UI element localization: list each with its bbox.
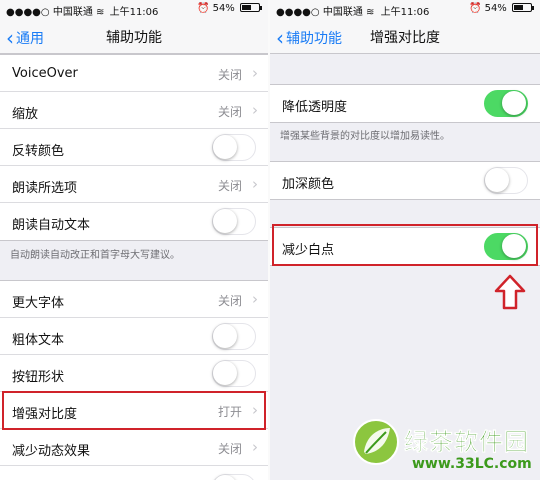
status-bar: ●●●●○ 中国联通 ≋ 上午11:06 ⏰ 54%: [270, 0, 540, 18]
highlight-increase-contrast: [2, 391, 266, 430]
partial-toggle[interactable]: [212, 474, 256, 480]
row-bold-text: 粗体文本: [0, 318, 268, 355]
row-value: 关闭: [217, 294, 242, 308]
row-larger-type[interactable]: 更大字体 关闭 ›: [0, 281, 268, 318]
row-label: 朗读所选项: [12, 181, 78, 196]
row-label: 减少动态效果: [12, 444, 91, 459]
row-speak-selection[interactable]: 朗读所选项 关闭 ›: [0, 166, 268, 203]
chevron-right-icon: ›: [252, 64, 258, 82]
settings-group-1: VoiceOver 关闭 › 缩放 关闭 › 反转颜色 朗读所选项 关闭 › 朗…: [0, 54, 268, 241]
row-label: 加深颜色: [282, 177, 335, 192]
battery-percent: 54%: [484, 3, 507, 14]
leaf-logo-icon: [353, 419, 399, 465]
highlight-reduce-white-point: [272, 224, 538, 266]
alarm-icon: ⏰: [196, 3, 210, 14]
row-label: 粗体文本: [12, 333, 65, 348]
row-reduce-motion[interactable]: 减少动态效果 关闭 ›: [0, 429, 268, 466]
bold-text-toggle[interactable]: [212, 323, 256, 350]
row-voiceover[interactable]: VoiceOver 关闭 ›: [0, 55, 268, 92]
up-arrow-icon: [494, 274, 526, 310]
settings-group-2: 更大字体 关闭 › 粗体文本 按钮形状 增强对比度 打开 › 减少动态效果 关闭…: [0, 280, 268, 480]
page-title: 辅助功能: [106, 30, 162, 46]
row-label: VoiceOver: [12, 66, 78, 81]
alarm-icon: ⏰: [468, 3, 482, 14]
row-value: 关闭: [217, 105, 242, 119]
row-invert-colors: 反转颜色: [0, 129, 268, 166]
row-value: 关闭: [217, 68, 242, 82]
row-button-shapes: 按钮形状: [0, 355, 268, 392]
settings-group-2: 加深颜色: [270, 161, 540, 200]
nav-bar: ‹ 辅助功能 增强对比度: [270, 18, 540, 54]
row-darken-colors: 加深颜色: [270, 162, 540, 199]
battery-icon: [240, 3, 260, 12]
accessibility-screen: ●●●●○ 中国联通 ≋ 上午11:06 ⏰ 54% ‹ 通用 辅助功能 Voic…: [0, 0, 268, 480]
group1-footnote: 自动朗读自动改正和首字母大写建议。: [10, 250, 180, 261]
row-label: 更大字体: [12, 296, 65, 311]
nav-bar: ‹ 通用 辅助功能: [0, 18, 268, 54]
group1-footnote: 增强某些背景的对比度以增加易读性。: [280, 131, 450, 142]
row-value: 关闭: [217, 179, 242, 193]
row-value: 关闭: [217, 442, 242, 456]
button-shapes-toggle[interactable]: [212, 360, 256, 387]
speak-auto-text-toggle[interactable]: [212, 208, 256, 235]
status-bar: ●●●●○ 中国联通 ≋ 上午11:06 ⏰ 54%: [0, 0, 268, 18]
row-label: 朗读自动文本: [12, 218, 91, 233]
row-label: 按钮形状: [12, 370, 65, 385]
settings-group-1: 降低透明度: [270, 84, 540, 123]
increase-contrast-screen: ●●●●○ 中国联通 ≋ 上午11:06 ⏰ 54% ‹ 辅助功能 增强对比度 降…: [270, 0, 540, 480]
watermark: 绿茶软件园 www.33LC.com: [352, 414, 538, 478]
battery-icon: [512, 3, 532, 12]
row-label: 缩放: [12, 107, 39, 122]
row-label: 反转颜色: [12, 144, 65, 159]
invert-colors-toggle[interactable]: [212, 134, 256, 161]
battery-percent: 54%: [212, 3, 235, 14]
row-zoom[interactable]: 缩放 关闭 ›: [0, 92, 268, 129]
row-partial: [0, 466, 268, 480]
row-speak-auto-text: 朗读自动文本: [0, 203, 268, 240]
reduce-transparency-toggle[interactable]: [484, 90, 528, 117]
chevron-right-icon: ›: [252, 175, 258, 193]
darken-colors-toggle[interactable]: [484, 167, 528, 194]
chevron-right-icon: ›: [252, 290, 258, 308]
chevron-right-icon: ›: [252, 101, 258, 119]
page-title: 增强对比度: [370, 30, 440, 46]
watermark-url: www.33LC.com: [412, 456, 532, 472]
row-label: 降低透明度: [282, 100, 348, 115]
watermark-name: 绿茶软件园: [404, 428, 529, 457]
chevron-right-icon: ›: [252, 438, 258, 456]
row-reduce-transparency: 降低透明度: [270, 85, 540, 122]
